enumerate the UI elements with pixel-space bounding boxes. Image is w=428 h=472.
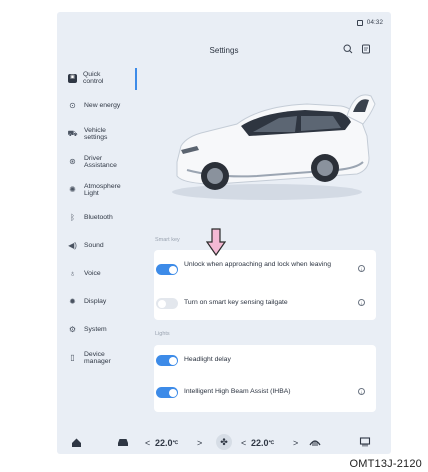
sidebar-item-vehicle-settings[interactable]: ⛟ Vehicle settings xyxy=(57,120,137,148)
sidebar-item-new-energy[interactable]: ⊙ New energy xyxy=(57,92,137,120)
setting-row-ihba: Intelligent High Beam Assist (IHBA) i xyxy=(154,383,376,401)
info-icon[interactable]: i xyxy=(358,265,365,272)
car-icon: ⛟ xyxy=(67,129,78,139)
sidebar-item-bluetooth[interactable]: ᛒ Bluetooth xyxy=(57,204,137,232)
figure-code: OMT13J-2120 xyxy=(349,458,422,470)
sidebar-item-label: New energy xyxy=(84,102,121,110)
bluetooth-icon: ᛒ xyxy=(70,213,75,223)
left-temp-value: 22.0 xyxy=(155,438,173,448)
right-temperature: 22.0℃ xyxy=(251,437,274,449)
note-icon[interactable] xyxy=(361,44,371,57)
sidebar-item-label: Voice xyxy=(84,270,101,278)
fan-icon[interactable]: ✤ xyxy=(216,434,232,450)
setting-row-headlight-delay: Headlight delay xyxy=(154,351,376,369)
page-title: Settings xyxy=(209,46,239,55)
bottom-climate-bar: < 22.0℃ > ✤ < 22.0℃ > xyxy=(57,434,391,454)
search-icon[interactable] xyxy=(343,44,353,57)
left-temp-decrease[interactable]: < xyxy=(145,437,150,449)
energy-icon: ⊙ xyxy=(69,101,76,111)
smart-key-card: Unlock when approaching and lock when le… xyxy=(154,250,376,320)
setting-label: Turn on smart key sensing tailgate xyxy=(184,299,288,306)
right-temp-decrease[interactable]: < xyxy=(241,437,246,449)
section-label-lights: Lights xyxy=(155,331,170,337)
speaker-icon: ◀︎) xyxy=(68,241,77,251)
unlock-approach-toggle[interactable] xyxy=(156,264,178,275)
sidebar-item-quick-control[interactable]: ▣ Quick control xyxy=(57,64,137,92)
clock: 04:32 xyxy=(366,19,383,26)
sidebar-item-system[interactable]: ⚙ System xyxy=(57,316,137,344)
info-icon[interactable]: i xyxy=(358,299,365,306)
car-icon[interactable] xyxy=(117,437,129,450)
status-bar: 04:32 xyxy=(356,19,383,26)
vehicle-illustration xyxy=(157,84,377,204)
info-icon[interactable]: i xyxy=(358,388,365,395)
sidebar-item-label: Quick control xyxy=(83,70,104,86)
left-temp-increase[interactable]: > xyxy=(197,437,202,449)
headlight-delay-toggle[interactable] xyxy=(156,355,178,366)
lights-card: Headlight delay Intelligent High Beam As… xyxy=(154,345,376,412)
sidebar-item-label: Bluetooth xyxy=(84,214,113,222)
sidebar-item-label: Display xyxy=(84,298,107,306)
microphone-icon: ♁ xyxy=(69,269,76,279)
sensing-tailgate-toggle[interactable] xyxy=(156,298,178,309)
front-defrost-icon[interactable] xyxy=(309,437,321,450)
steering-wheel-icon: ⊛ xyxy=(69,157,76,167)
rear-defrost-icon[interactable] xyxy=(359,437,371,450)
sidebar-item-label: System xyxy=(84,326,107,334)
brightness-icon: ✹ xyxy=(69,297,76,307)
annotation-arrow xyxy=(205,228,227,257)
gear-icon: ⚙ xyxy=(68,325,77,335)
sidebar-item-atmosphere-light[interactable]: ✺ Atmosphere Light xyxy=(57,176,137,204)
ihba-toggle[interactable] xyxy=(156,387,178,398)
home-icon[interactable] xyxy=(71,437,82,451)
setting-label: Headlight delay xyxy=(184,356,231,363)
setting-row-unlock-approach: Unlock when approaching and lock when le… xyxy=(154,260,376,278)
right-temp-value: 22.0 xyxy=(251,438,269,448)
sidebar-item-voice[interactable]: ♁ Voice xyxy=(57,260,137,288)
left-temperature: 22.0℃ xyxy=(155,437,178,449)
sidebar-item-label: Device manager xyxy=(84,350,111,366)
right-temp-increase[interactable]: > xyxy=(293,437,298,449)
device-icon: ▯ xyxy=(70,353,75,363)
sidebar-item-display[interactable]: ✹ Display xyxy=(57,288,137,316)
sidebar-item-label: Sound xyxy=(84,242,104,250)
setting-label: Unlock when approaching and lock when le… xyxy=(184,261,331,268)
sidebar-item-label: Atmosphere Light xyxy=(84,182,121,198)
left-temp-unit: ℃ xyxy=(172,440,179,446)
sun-icon: ✺ xyxy=(69,185,76,195)
sidebar-item-device-manager[interactable]: ▯ Device manager xyxy=(57,344,137,372)
quick-control-icon: ▣ xyxy=(68,73,77,83)
setting-row-sensing-tailgate: Turn on smart key sensing tailgate i xyxy=(154,294,376,312)
sidebar-item-label: Vehicle settings xyxy=(84,126,108,142)
sidebar-item-sound[interactable]: ◀︎) Sound xyxy=(57,232,137,260)
sidebar: ▣ Quick control ⊙ New energy ⛟ Vehicle s… xyxy=(57,64,137,372)
sidebar-item-label: Driver Assistance xyxy=(84,154,117,170)
sidebar-item-driver-assistance[interactable]: ⊛ Driver Assistance xyxy=(57,148,137,176)
right-temp-unit: ℃ xyxy=(268,440,275,446)
setting-label: Intelligent High Beam Assist (IHBA) xyxy=(184,388,291,395)
section-label-smart-key: Smart key xyxy=(155,237,180,243)
bluetooth-status-icon xyxy=(356,19,363,26)
